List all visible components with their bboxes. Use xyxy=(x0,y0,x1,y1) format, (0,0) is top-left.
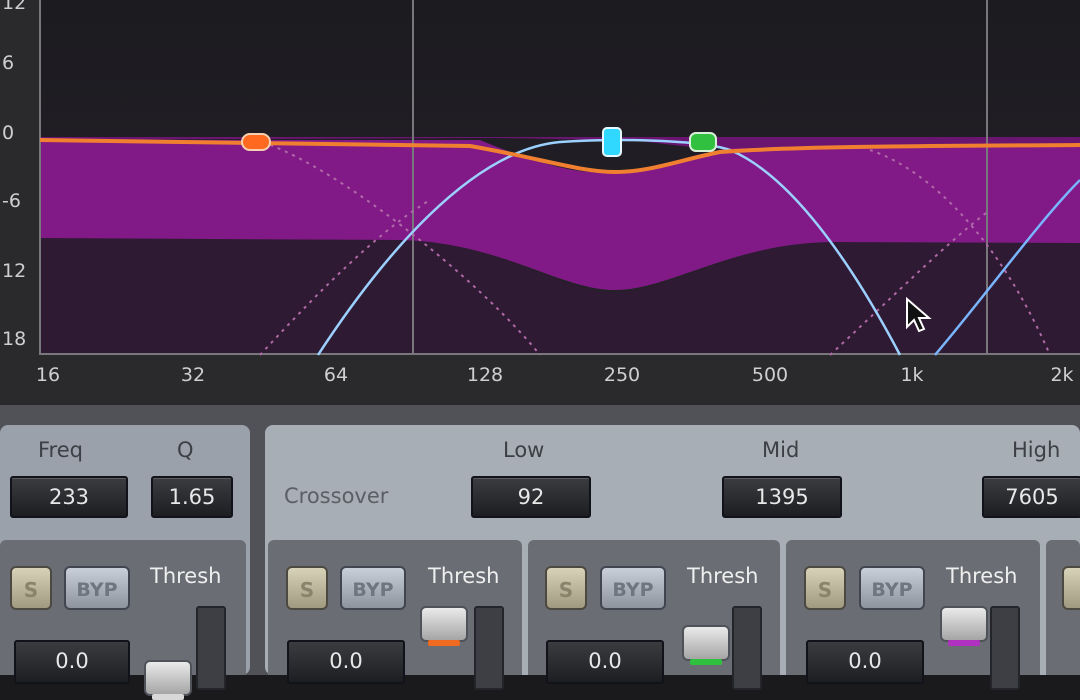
high-label: High xyxy=(1012,438,1061,462)
thresh-label: Thresh xyxy=(687,564,759,588)
low-crossover-field[interactable]: 92 xyxy=(471,476,591,518)
solo-button[interactable]: S xyxy=(804,566,846,610)
solo-button[interactable]: S xyxy=(545,566,587,610)
y-label: 18 xyxy=(2,328,27,350)
y-label: 12 xyxy=(2,260,27,282)
mid-crossover-field[interactable]: 1395 xyxy=(722,476,842,518)
thresh-slider-track[interactable] xyxy=(196,606,226,690)
thresh-slider-knob[interactable] xyxy=(940,606,988,646)
x-label: 250 xyxy=(603,364,641,386)
y-label: -6 xyxy=(2,190,21,212)
crossover-label: Crossover xyxy=(284,484,389,508)
freq-field[interactable]: 233 xyxy=(10,476,128,518)
solo-button-partial[interactable] xyxy=(1062,566,1080,610)
freq-label: Freq xyxy=(38,438,83,462)
y-label: 12 xyxy=(2,0,27,14)
high-band-node[interactable] xyxy=(689,132,717,152)
bypass-button[interactable]: BYP xyxy=(600,566,666,610)
x-label: 16 xyxy=(35,364,61,386)
x-label: 1k xyxy=(900,364,924,386)
x-label: 128 xyxy=(466,364,504,386)
bypass-button[interactable]: BYP xyxy=(64,566,130,610)
x-label: 64 xyxy=(323,364,349,386)
thresh-slider-knob[interactable] xyxy=(420,606,468,646)
thresh-slider-knob[interactable] xyxy=(144,660,192,700)
thresh-slider-track[interactable] xyxy=(474,606,504,690)
x-label: 2k xyxy=(1050,364,1074,386)
solo-button[interactable]: S xyxy=(10,566,52,610)
gain-value[interactable]: 0.0 xyxy=(14,640,130,684)
y-label: 0 xyxy=(2,122,15,144)
thresh-slider-knob[interactable] xyxy=(682,625,730,665)
mid-band-node[interactable] xyxy=(602,127,622,157)
x-label: 500 xyxy=(751,364,789,386)
x-label: 32 xyxy=(180,364,206,386)
low-band-node[interactable] xyxy=(241,133,271,151)
q-field[interactable]: 1.65 xyxy=(151,476,233,518)
thresh-label: Thresh xyxy=(150,564,222,588)
thresh-label: Thresh xyxy=(428,564,500,588)
y-label: 6 xyxy=(2,52,15,74)
thresh-slider-track[interactable] xyxy=(990,606,1020,690)
low-label: Low xyxy=(503,438,545,462)
mid-label: Mid xyxy=(762,438,800,462)
mouse-cursor-icon xyxy=(906,297,932,333)
gain-value[interactable]: 0.0 xyxy=(287,640,405,684)
thresh-label: Thresh xyxy=(946,564,1018,588)
gain-value[interactable]: 0.0 xyxy=(806,640,924,684)
thresh-slider-track[interactable] xyxy=(732,606,762,690)
eq-curves[interactable] xyxy=(0,0,1080,405)
solo-button[interactable]: S xyxy=(286,566,328,610)
gain-value[interactable]: 0.0 xyxy=(546,640,664,684)
q-label: Q xyxy=(177,438,194,462)
high-crossover-field[interactable]: 7605 xyxy=(982,476,1080,518)
bypass-button[interactable]: BYP xyxy=(340,566,406,610)
eq-graph[interactable]: 12 6 0 -6 12 18 16 32 64 128 250 500 1k … xyxy=(0,0,1080,405)
bypass-button[interactable]: BYP xyxy=(859,566,925,610)
